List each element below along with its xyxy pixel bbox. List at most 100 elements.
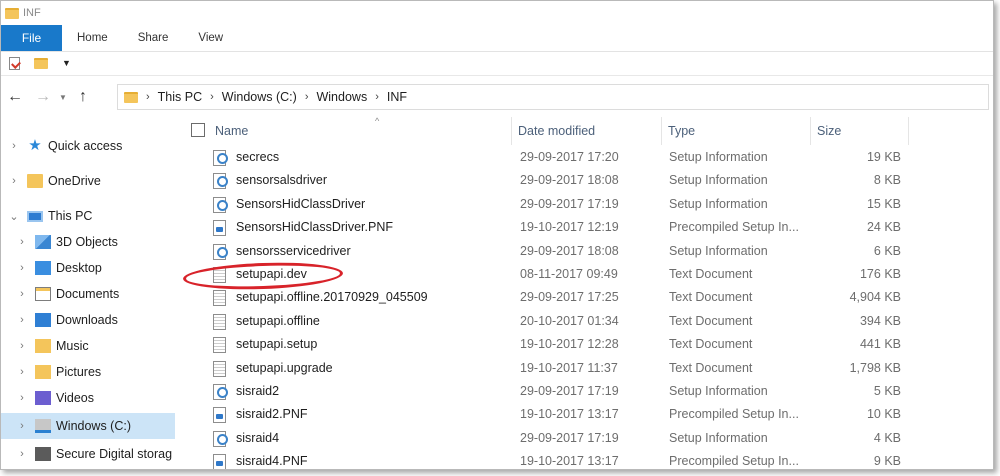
- breadcrumb-windows-c[interactable]: Windows (C:): [222, 90, 297, 104]
- nav-item-music[interactable]: › Music: [1, 333, 175, 359]
- file-name: sensorsalsdriver: [236, 173, 328, 188]
- recent-locations-chevron-icon[interactable]: ▼: [57, 93, 69, 102]
- file-name: sisraid4.PNF: [236, 454, 308, 469]
- tab-view[interactable]: View: [183, 25, 238, 51]
- breadcrumb-separator-icon[interactable]: ›: [210, 91, 214, 103]
- file-date-modified: 08-11-2017 09:49: [520, 267, 618, 281]
- inf-file-icon: [213, 243, 228, 260]
- customize-toolbar-arrow-icon[interactable]: ▼: [62, 59, 71, 68]
- expand-chevron-icon[interactable]: ›: [9, 175, 19, 187]
- tab-share[interactable]: Share: [123, 25, 184, 51]
- nav-item-quick-access[interactable]: › ★ Quick access: [1, 133, 175, 159]
- onedrive-folder-icon: [27, 174, 43, 188]
- file-name: setupapi.upgrade: [236, 360, 333, 375]
- nav-item-label: This PC: [48, 209, 93, 223]
- nav-item-desktop[interactable]: › Desktop: [1, 255, 175, 281]
- nav-item-videos[interactable]: › Videos: [1, 385, 175, 411]
- expand-chevron-icon[interactable]: ›: [9, 140, 19, 152]
- text-file-icon: [213, 267, 226, 283]
- file-row[interactable]: setupapi.setup 19-10-2017 12:28 Text Docum…: [181, 333, 909, 356]
- file-row[interactable]: setupapi.upgrade 19-10-2017 11:37 Text Doc…: [181, 357, 909, 380]
- nav-item-onedrive[interactable]: › OneDrive: [1, 168, 175, 194]
- breadcrumb-separator-icon[interactable]: ›: [146, 91, 150, 103]
- file-row[interactable]: sisraid2 29-09-2017 17:19 Setup Informatio…: [181, 380, 909, 403]
- expand-chevron-icon[interactable]: ›: [17, 366, 27, 378]
- inf-file-icon: [213, 384, 228, 400]
- select-all-checkbox[interactable]: [191, 123, 205, 137]
- file-size: 6 KB: [873, 243, 901, 258]
- nav-item-label: Downloads: [56, 313, 118, 327]
- tab-home[interactable]: Home: [62, 25, 123, 51]
- file-row[interactable]: SensorsHidClassDriver 29-09-2017 17:19 Set…: [181, 193, 909, 216]
- nav-item-downloads[interactable]: › Downloads: [1, 307, 175, 333]
- file-type: Precompiled Setup In...: [669, 220, 799, 235]
- downloads-icon: [35, 313, 51, 327]
- properties-icon[interactable]: [9, 57, 20, 70]
- pnf-file-icon: [213, 407, 226, 424]
- navigation-pane: › ★ Quick access › OneDrive ⌄ This PC › …: [1, 119, 175, 469]
- breadcrumb-separator-icon[interactable]: ›: [305, 91, 309, 103]
- expand-chevron-icon[interactable]: ›: [17, 288, 27, 300]
- expand-chevron-icon[interactable]: ›: [17, 420, 27, 432]
- file-row[interactable]: SensorsHidClassDriver.PNF 19-10-2017 12:1…: [181, 216, 909, 239]
- file-size: 10 KB: [866, 407, 901, 422]
- expand-chevron-icon[interactable]: ›: [17, 262, 27, 274]
- nav-item-label: Desktop: [56, 261, 102, 275]
- expand-chevron-icon[interactable]: ›: [17, 314, 27, 326]
- file-name: setupapi.offline: [236, 313, 320, 328]
- collapse-chevron-icon[interactable]: ⌄: [9, 210, 19, 223]
- file-name: setupapi.dev: [236, 267, 307, 281]
- file-name: SensorsHidClassDriver.PNF: [236, 220, 393, 235]
- address-bar[interactable]: › This PC › Windows (C:) › Windows › INF: [117, 84, 989, 110]
- breadcrumb-this-pc[interactable]: This PC: [158, 90, 202, 104]
- file-size: 9 KB: [873, 454, 901, 469]
- file-row[interactable]: secrecs 29-09-2017 17:20 Setup Information…: [181, 146, 909, 169]
- breadcrumb-windows[interactable]: Windows: [316, 90, 367, 104]
- nav-item-secure-digital[interactable]: › Secure Digital storag: [1, 441, 175, 467]
- up-arrow-icon[interactable]: ↑: [69, 88, 97, 106]
- file-size: 19 KB: [866, 150, 901, 164]
- column-header-type[interactable]: Type: [662, 117, 811, 145]
- breadcrumb-inf[interactable]: INF: [387, 90, 407, 104]
- nav-item-this-pc[interactable]: ⌄ This PC: [1, 203, 175, 229]
- inf-file-icon: [213, 196, 228, 213]
- sort-ascending-icon: ^: [375, 116, 380, 126]
- forward-arrow-icon[interactable]: →: [29, 88, 57, 106]
- file-row[interactable]: setupapi.offline 20-10-2017 01:34 Text Doc…: [181, 310, 909, 333]
- column-header-label: Date modified: [518, 124, 596, 138]
- nav-item-pictures[interactable]: › Pictures: [1, 359, 175, 385]
- star-icon: ★: [28, 137, 42, 154]
- text-file-icon: [213, 290, 226, 307]
- expand-chevron-icon[interactable]: ›: [17, 340, 27, 352]
- nav-item-label: OneDrive: [48, 174, 101, 188]
- nav-item-3d-objects[interactable]: › 3D Objects: [1, 229, 175, 255]
- nav-item-documents[interactable]: › Documents: [1, 281, 175, 307]
- back-arrow-icon[interactable]: ←: [1, 88, 29, 106]
- nav-item-windows-c[interactable]: › Windows (C:): [1, 413, 175, 439]
- text-file-icon: [213, 360, 226, 377]
- inf-file-icon: [213, 173, 228, 190]
- breadcrumb-separator-icon[interactable]: ›: [375, 91, 379, 103]
- file-row[interactable]: sisraid4 29-09-2017 17:19 Setup Informatio…: [181, 427, 909, 450]
- file-row[interactable]: setupapi.dev 08-11-2017 09:49 Text Documen…: [181, 263, 909, 286]
- new-folder-icon[interactable]: [34, 58, 48, 69]
- file-row[interactable]: setupapi.offline.20170929_045509 29-09-20…: [181, 286, 909, 309]
- file-size: 8 KB: [873, 173, 901, 188]
- expand-chevron-icon[interactable]: ›: [17, 392, 27, 404]
- computer-icon: [27, 210, 43, 222]
- file-row[interactable]: sensorsalsdriver 29-09-2017 18:08 Setup In…: [181, 169, 909, 192]
- expand-chevron-icon[interactable]: ›: [17, 448, 27, 460]
- column-header-date-modified[interactable]: Date modified: [512, 117, 662, 145]
- file-row[interactable]: sensorsservicedriver 29-09-2017 18:08 Setu…: [181, 240, 909, 263]
- nav-item-label: 3D Objects: [56, 235, 118, 249]
- expand-chevron-icon[interactable]: ›: [17, 236, 27, 248]
- nav-item-label: Pictures: [56, 365, 102, 379]
- column-header-name[interactable]: ^ Name: [209, 116, 512, 145]
- 3d-objects-icon: [35, 235, 51, 249]
- file-row[interactable]: sisraid4.PNF 19-10-2017 13:17 Precompiled …: [181, 450, 909, 469]
- column-header-size[interactable]: Size: [811, 117, 909, 145]
- file-date-modified: 19-10-2017 11:37: [520, 360, 618, 375]
- tab-file[interactable]: File: [1, 25, 62, 51]
- file-row[interactable]: sisraid2.PNF 19-10-2017 13:17 Precompiled …: [181, 403, 909, 426]
- file-date-modified: 29-09-2017 17:25: [520, 290, 619, 305]
